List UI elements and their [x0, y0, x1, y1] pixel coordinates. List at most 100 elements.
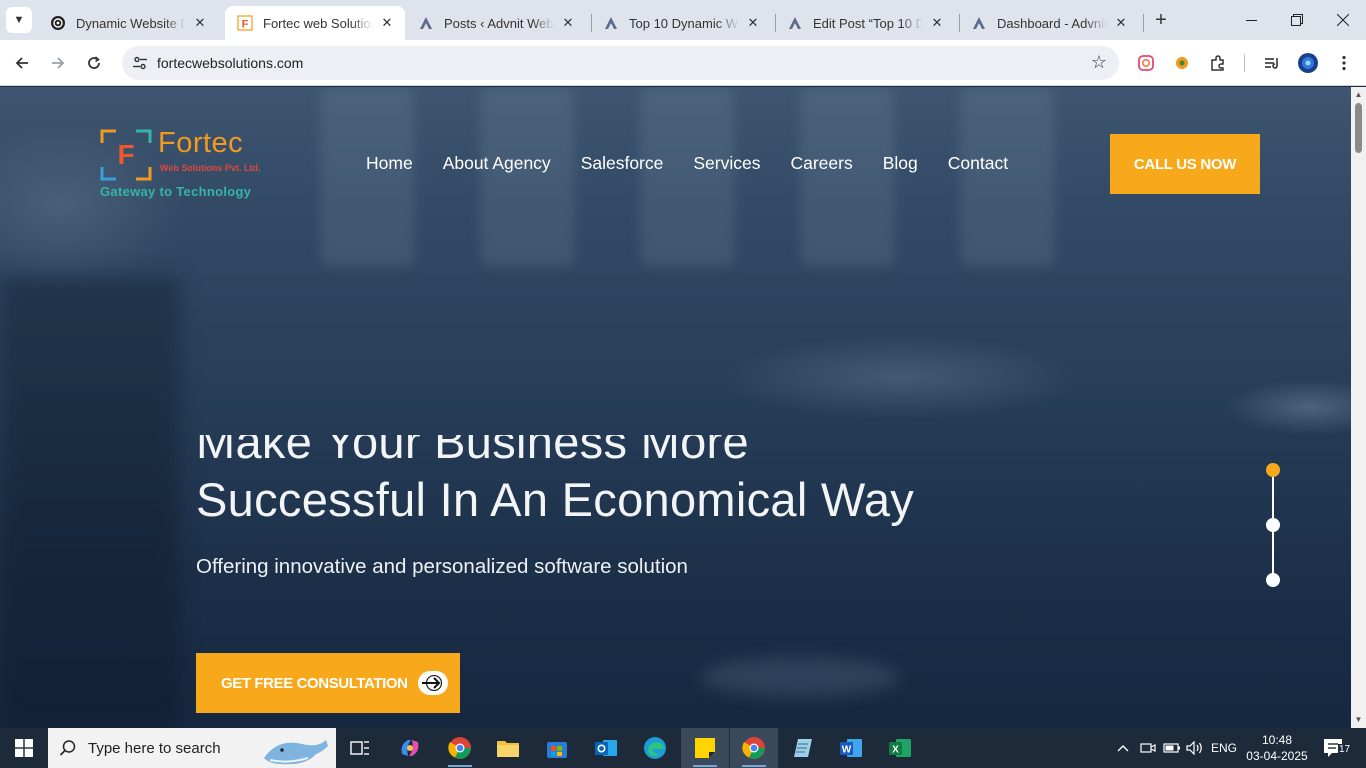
notepad-icon[interactable] — [779, 728, 827, 768]
minimize-button[interactable] — [1228, 0, 1274, 40]
plus-icon: + — [1155, 8, 1167, 31]
call-us-now-button[interactable]: CALL US NOW — [1110, 134, 1260, 194]
scroll-down-icon[interactable]: ▼ — [1354, 715, 1363, 724]
task-view-icon[interactable] — [336, 728, 384, 768]
windows-taskbar: Type here to search W X ENG 10:48 03-04-… — [0, 728, 1366, 768]
svg-text:W: W — [842, 745, 852, 756]
sticky-notes-icon[interactable] — [681, 728, 729, 768]
site-info-button[interactable] — [128, 51, 152, 75]
close-icon[interactable]: ✕ — [379, 15, 395, 31]
profile-avatar[interactable] — [1297, 52, 1319, 74]
browser-tab-3[interactable]: Top 10 Dynamic Website ✕ — [591, 6, 771, 40]
page-scrollbar[interactable]: ▲ ▼ — [1351, 87, 1366, 728]
hero-heading: Make Your Business More Successful In An… — [196, 415, 1056, 529]
fortec-icon: F — [237, 15, 253, 31]
nav-careers[interactable]: Careers — [790, 153, 852, 174]
clock-date: 03-04-2025 — [1246, 749, 1308, 763]
url-text[interactable]: fortecwebsolutions.com — [157, 55, 303, 71]
chrome-icon[interactable] — [730, 728, 778, 768]
meet-now-icon[interactable] — [1138, 728, 1158, 768]
browser-tab-5[interactable]: Dashboard - Advnit Web ✕ — [959, 6, 1139, 40]
start-button[interactable] — [0, 728, 48, 768]
main-nav: Home About Agency Salesforce Services Ca… — [366, 153, 1008, 174]
taskbar-search-box[interactable]: Type here to search — [48, 728, 336, 768]
notification-center-button[interactable]: 17 — [1320, 736, 1352, 760]
edge-icon[interactable] — [631, 728, 679, 768]
windows-logo-icon — [15, 739, 33, 757]
nav-home[interactable]: Home — [366, 153, 413, 174]
word-icon[interactable]: W — [827, 728, 875, 768]
microsoft-store-icon[interactable] — [533, 728, 581, 768]
browser-tab-4[interactable]: Edit Post “Top 10 Dynamic ✕ — [775, 6, 955, 40]
hero-heading-line-1: Make Your Business More — [196, 415, 749, 468]
browser-menu-button[interactable] — [1333, 52, 1355, 74]
nav-salesforce[interactable]: Salesforce — [581, 153, 664, 174]
battery-icon[interactable] — [1161, 728, 1183, 768]
close-icon[interactable]: ✕ — [745, 15, 761, 31]
hero-heading-line-2: Successful In An Economical Way — [196, 473, 915, 526]
restore-icon — [1291, 14, 1303, 26]
tab-title: Edit Post “Top 10 Dynamic — [813, 15, 923, 31]
media-control-icon[interactable] — [1261, 52, 1283, 74]
bookmark-star-icon[interactable]: ☆ — [1091, 52, 1107, 73]
scroll-up-icon[interactable]: ▲ — [1354, 90, 1363, 99]
close-window-button[interactable] — [1320, 0, 1366, 40]
toolbar-separator — [1244, 54, 1245, 72]
file-explorer-icon[interactable] — [484, 728, 532, 768]
scrollbar-thumb[interactable] — [1355, 103, 1362, 153]
new-tab-button[interactable]: + — [1149, 8, 1173, 32]
copilot-icon[interactable] — [386, 728, 434, 768]
tab-search-button[interactable]: ▼ — [6, 7, 32, 33]
browser-tab-1[interactable]: F Fortec web Solution, Salesforce ✕ — [225, 6, 405, 40]
search-icon — [48, 739, 88, 757]
close-icon[interactable]: ✕ — [1113, 15, 1129, 31]
tab-separator — [1143, 14, 1144, 32]
slider-dot-1[interactable] — [1266, 463, 1280, 477]
outlook-icon[interactable] — [582, 728, 630, 768]
free-consultation-button[interactable]: GET FREE CONSULTATION — [196, 653, 460, 713]
tab-title: Top 10 Dynamic Website — [629, 15, 739, 31]
excel-icon[interactable]: X — [876, 728, 924, 768]
close-icon[interactable]: ✕ — [192, 15, 208, 31]
volume-icon[interactable] — [1185, 728, 1205, 768]
chrome-profile-icon[interactable] — [436, 728, 484, 768]
show-hidden-icons-chevron-icon[interactable] — [1112, 728, 1134, 768]
extensions-puzzle-icon[interactable] — [1207, 52, 1229, 74]
close-icon[interactable]: ✕ — [929, 15, 945, 31]
tab-title: Posts ‹ Advnit Web Solutions — [444, 15, 554, 31]
tab-title: Fortec web Solution, Salesforce — [263, 15, 373, 31]
browser-tab-strip: ▼ Dynamic Website Design ✕ F Fortec web … — [0, 0, 1366, 40]
nav-contact[interactable]: Contact — [948, 153, 1008, 174]
background-blur-shape — [700, 657, 900, 697]
reload-button[interactable] — [80, 49, 108, 77]
address-bar[interactable]: fortecwebsolutions.com ☆ — [122, 46, 1119, 80]
reload-icon — [88, 56, 100, 69]
background-blur-shape — [960, 87, 1055, 267]
close-icon[interactable]: ✕ — [560, 15, 576, 31]
nav-about-agency[interactable]: About Agency — [443, 153, 551, 174]
arrow-right-icon — [52, 57, 65, 69]
nav-services[interactable]: Services — [693, 153, 760, 174]
system-clock[interactable]: 10:48 03-04-2025 — [1246, 732, 1308, 764]
background-blur-shape — [320, 87, 415, 267]
forward-button[interactable] — [44, 49, 72, 77]
slider-dot-2[interactable] — [1266, 518, 1280, 532]
arrow-left-icon — [15, 57, 28, 69]
language-indicator[interactable]: ENG — [1208, 728, 1240, 768]
slider-dot-3[interactable] — [1266, 573, 1280, 587]
back-button[interactable] — [8, 49, 36, 77]
clock-time: 10:48 — [1261, 733, 1293, 747]
background-blur-shape — [640, 87, 735, 267]
restore-button[interactable] — [1274, 0, 1320, 40]
extension-instagram-icon[interactable] — [1135, 52, 1157, 74]
extension-gear-icon[interactable] — [1171, 52, 1193, 74]
more-vert-icon — [1342, 55, 1346, 71]
chevron-down-icon: ▼ — [13, 14, 25, 26]
advnit-icon — [787, 15, 803, 31]
browser-tab-0[interactable]: Dynamic Website Design ✕ — [38, 6, 218, 40]
nav-blog[interactable]: Blog — [883, 153, 918, 174]
browser-tab-2[interactable]: Posts ‹ Advnit Web Solutions ✕ — [406, 6, 586, 40]
search-highlight-whale-icon — [264, 740, 328, 765]
svg-text:X: X — [892, 745, 899, 756]
site-logo[interactable]: F Fortec Web Solutions Pvt. Ltd. Gateway… — [100, 127, 262, 199]
